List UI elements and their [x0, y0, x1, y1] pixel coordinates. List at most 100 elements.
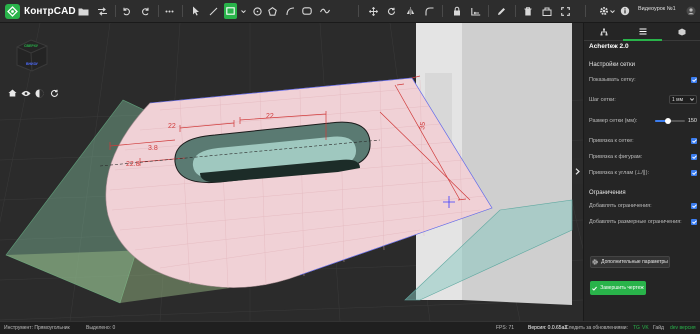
- circle-icon[interactable]: [251, 3, 264, 19]
- dim-label[interactable]: 22: [266, 113, 274, 120]
- panel-tabs: [584, 23, 700, 41]
- cube-icon[interactable]: [662, 23, 700, 41]
- redo-icon[interactable]: [139, 3, 152, 19]
- move-icon[interactable]: [367, 3, 380, 19]
- chevron-down-icon[interactable]: [609, 3, 616, 19]
- rounded-rect-icon[interactable]: [300, 3, 313, 19]
- sitemap-icon[interactable]: [584, 23, 623, 41]
- dim-label[interactable]: 22.8: [126, 161, 140, 168]
- add-dim-constraints-label: Добавлять размерные ограничения:: [589, 218, 682, 225]
- status-selected: Выделено: 0: [86, 325, 116, 331]
- rectangle-icon[interactable]: [224, 3, 237, 19]
- grid-size-value: 150: [687, 117, 697, 124]
- snap-angles-label: Привязка к углам (⊥/∥):: [589, 169, 649, 176]
- viewcube-face-top[interactable]: СВЕРХУ: [24, 44, 38, 48]
- app-root: КонтрCAD Видеоурок №1 22 22 3.8 22.8 35 …: [0, 0, 700, 334]
- 3d-viewport[interactable]: 22 22 3.8 22.8 35 СВЕРХУ ВНИЗУ: [0, 23, 583, 321]
- grid-step-row: Шаг сетки: 1 мм: [589, 95, 697, 104]
- eye-icon[interactable]: [20, 87, 32, 99]
- snap-grid-label: Привязка к сетке:: [589, 137, 634, 144]
- more-icon[interactable]: [163, 3, 176, 19]
- user-avatar[interactable]: [684, 3, 697, 19]
- check-icon: [592, 286, 598, 291]
- grid-size-slider[interactable]: [654, 117, 685, 124]
- transfer-icon[interactable]: [95, 3, 109, 19]
- add-dim-constraints-checkbox[interactable]: [691, 218, 697, 225]
- slider-thumb[interactable]: [665, 117, 672, 124]
- line-icon[interactable]: [207, 3, 220, 19]
- show-grid-row: Показывать сетку:: [589, 75, 697, 84]
- list-icon[interactable]: [623, 23, 662, 41]
- view-cube[interactable]: СВЕРХУ ВНИЗУ: [13, 37, 50, 74]
- dim-label[interactable]: 22: [168, 123, 176, 130]
- snap-shapes-row: Привязка к фигурам:: [589, 152, 697, 161]
- guide-link[interactable]: Гайд: [653, 325, 664, 331]
- status-fps: FPS: 71: [496, 325, 515, 331]
- gear-icon: [592, 259, 598, 265]
- add-constraints-row: Добавлять ограничения:: [589, 201, 697, 210]
- additional-params-label: Дополнительные параметры: [601, 259, 668, 265]
- grid-section-title: Настройки сетки: [589, 62, 635, 68]
- folder-icon[interactable]: [76, 3, 90, 19]
- finish-drawing-label: Завершить чертеж: [600, 285, 644, 291]
- top-toolbar: КонтрCAD Видеоурок №1: [0, 0, 700, 23]
- grid-size-slider-group: 150: [654, 117, 697, 124]
- spline-icon[interactable]: [318, 3, 331, 19]
- rotate-icon[interactable]: [385, 3, 398, 19]
- lock-icon[interactable]: [450, 3, 463, 19]
- panel-title: Аchertеж 2.0: [589, 43, 629, 50]
- reset-icon[interactable]: [48, 87, 60, 99]
- snap-shapes-label: Привязка к фигурам:: [589, 153, 643, 160]
- info-icon[interactable]: [618, 3, 631, 19]
- additional-params-button[interactable]: Дополнительные параметры: [590, 256, 670, 268]
- fillet-icon[interactable]: [423, 3, 436, 19]
- vk-link[interactable]: VK: [642, 325, 649, 331]
- dim-label[interactable]: 35: [419, 121, 427, 130]
- grid-size-label: Размер сетки (мм):: [589, 117, 638, 124]
- dimension-icon[interactable]: [469, 3, 482, 19]
- sphere-icon[interactable]: [33, 87, 45, 99]
- undo-icon[interactable]: [120, 3, 133, 19]
- status-bar: Инструмент: Прямоугольник Выделено: 0 FP…: [0, 321, 700, 334]
- grid-step-value: 1 мм: [672, 96, 684, 103]
- grid-size-row: Размер сетки (мм): 150: [589, 116, 697, 125]
- user-name[interactable]: Видеоурок №1: [638, 6, 676, 12]
- dim-label[interactable]: 3.8: [148, 145, 158, 152]
- show-grid-checkbox[interactable]: [691, 76, 697, 83]
- grid-step-label: Шаг сетки:: [589, 96, 616, 103]
- home-icon[interactable]: [6, 87, 18, 99]
- properties-panel: Аchertеж 2.0 Настройки сетки Показывать …: [583, 23, 700, 321]
- snap-angles-checkbox[interactable]: [691, 169, 697, 176]
- finish-drawing-button[interactable]: Завершить чертеж: [590, 281, 646, 295]
- snap-grid-checkbox[interactable]: [691, 137, 697, 144]
- mirror-icon[interactable]: [404, 3, 417, 19]
- add-constraints-checkbox[interactable]: [691, 202, 697, 209]
- pencil-icon[interactable]: [495, 3, 508, 19]
- layers-icon[interactable]: [540, 3, 553, 19]
- status-updates: Следить за обновлениями:: [565, 325, 628, 331]
- arc-icon[interactable]: [284, 3, 297, 19]
- fullscreen-icon[interactable]: [559, 3, 572, 19]
- show-grid-label: Показывать сетку:: [589, 76, 636, 83]
- telegram-link[interactable]: TG: [633, 325, 640, 331]
- pointer-icon[interactable]: [189, 3, 202, 19]
- viewcube-face-bottom[interactable]: ВНИЗУ: [26, 62, 38, 66]
- grid-step-select[interactable]: 1 мм: [669, 95, 697, 104]
- app-logo[interactable]: КонтрCAD: [5, 3, 76, 20]
- snap-grid-row: Привязка к сетке:: [589, 136, 697, 145]
- panel-collapse-button[interactable]: [572, 158, 583, 184]
- scene-canvas[interactable]: 22 22 3.8 22.8 35: [0, 23, 583, 321]
- snap-shapes-checkbox[interactable]: [691, 153, 697, 160]
- chevron-down-icon[interactable]: [240, 3, 247, 19]
- chevron-right-icon: [575, 167, 580, 175]
- constraints-section-title: Ограничения: [589, 190, 626, 196]
- add-constraints-label: Добавлять ограничения:: [589, 202, 652, 209]
- polygon-icon[interactable]: [266, 3, 279, 19]
- snap-angles-row: Привязка к углам (⊥/∥):: [589, 168, 697, 177]
- trash-icon[interactable]: [521, 3, 534, 19]
- status-tool: Инструмент: Прямоугольник: [4, 325, 70, 331]
- chevron-down-icon: [690, 98, 694, 101]
- add-dim-constraints-row: Добавлять размерные ограничения:: [589, 217, 697, 226]
- dev-version-label: dev версия: [670, 325, 696, 331]
- status-version: Версия: 0.0.65a3: [528, 325, 568, 331]
